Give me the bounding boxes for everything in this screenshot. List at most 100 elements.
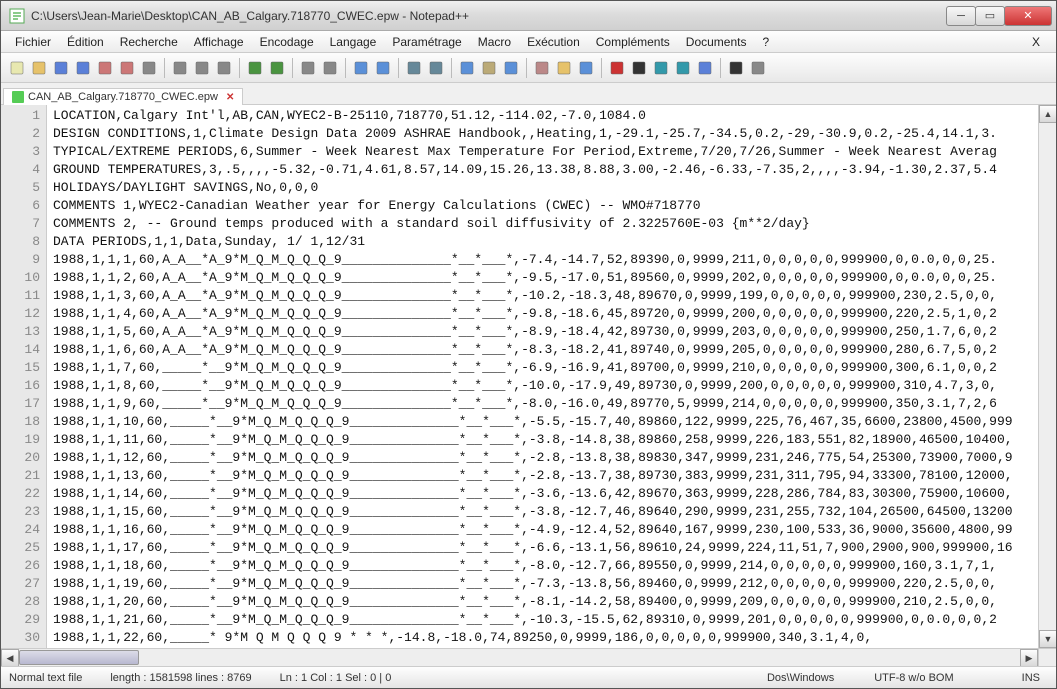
zoom-in-icon[interactable] — [351, 58, 371, 78]
zoom-out-icon[interactable] — [373, 58, 393, 78]
line-number: 11 — [1, 287, 40, 305]
menu-help[interactable]: ? — [755, 33, 778, 51]
stop-icon[interactable] — [629, 58, 649, 78]
menu-recherche[interactable]: Recherche — [112, 33, 186, 51]
scrollbar-vertical[interactable]: ▲ ▼ — [1038, 105, 1056, 648]
menu-langage[interactable]: Langage — [322, 33, 385, 51]
save-all-icon[interactable] — [73, 58, 93, 78]
cut-icon[interactable] — [170, 58, 190, 78]
scroll-track-v[interactable] — [1039, 123, 1056, 630]
code-line[interactable]: 1988,1,1,12,60,_____*__9*M_Q_M_Q_Q_Q_9__… — [53, 449, 1056, 467]
close-all-icon[interactable] — [117, 58, 137, 78]
code-line[interactable]: 1988,1,1,2,60,A_A__*A_9*M_Q_M_Q_Q_Q_9___… — [53, 269, 1056, 287]
line-number: 17 — [1, 395, 40, 413]
menu-affichage[interactable]: Affichage — [186, 33, 252, 51]
find-icon[interactable] — [298, 58, 318, 78]
code-line[interactable]: 1988,1,1,14,60,_____*__9*M_Q_M_Q_Q_Q_9__… — [53, 485, 1056, 503]
code-line[interactable]: 1988,1,1,13,60,_____*__9*M_Q_M_Q_Q_Q_9__… — [53, 467, 1056, 485]
code-line[interactable]: 1988,1,1,19,60,_____*__9*M_Q_M_Q_Q_Q_9__… — [53, 575, 1056, 593]
code-line[interactable]: 1988,1,1,3,60,A_A__*A_9*M_Q_M_Q_Q_Q_9___… — [53, 287, 1056, 305]
code-line[interactable]: HOLIDAYS/DAYLIGHT SAVINGS,No,0,0,0 — [53, 179, 1056, 197]
close-icon[interactable] — [95, 58, 115, 78]
toolbar — [1, 53, 1056, 83]
scroll-left-icon[interactable]: ◀ — [1, 649, 19, 666]
redo-icon[interactable] — [267, 58, 287, 78]
scroll-thumb-h[interactable] — [19, 650, 139, 665]
scrollbar-horizontal[interactable]: ◀ ▶ — [1, 648, 1038, 666]
tab-close-icon[interactable]: ✕ — [226, 92, 234, 103]
menu-edition[interactable]: Édition — [59, 33, 112, 51]
undo-icon[interactable] — [245, 58, 265, 78]
file-tab[interactable]: CAN_AB_Calgary.718770_CWEC.epw ✕ — [3, 88, 243, 105]
code-line[interactable]: 1988,1,1,4,60,A_A__*A_9*M_Q_M_Q_Q_Q_9___… — [53, 305, 1056, 323]
code-line[interactable]: 1988,1,1,9,60,_____*__9*M_Q_M_Q_Q_Q_9___… — [53, 395, 1056, 413]
allchars-icon[interactable] — [479, 58, 499, 78]
menu-documents[interactable]: Documents — [678, 33, 755, 51]
statusbar: Normal text file length : 1581598 lines … — [1, 666, 1056, 688]
code-line[interactable]: TYPICAL/EXTREME PERIODS,6,Summer - Week … — [53, 143, 1056, 161]
code-line[interactable]: 1988,1,1,11,60,_____*__9*M_Q_M_Q_Q_Q_9__… — [53, 431, 1056, 449]
menu-parametrage[interactable]: Paramétrage — [384, 33, 469, 51]
sync-v-icon[interactable] — [404, 58, 424, 78]
play-icon[interactable] — [651, 58, 671, 78]
menu-extra-x[interactable]: X — [1024, 33, 1050, 51]
code-line[interactable]: 1988,1,1,8,60,_____*__9*M_Q_M_Q_Q_Q_9___… — [53, 377, 1056, 395]
code-line[interactable]: 1988,1,1,7,60,_____*__9*M_Q_M_Q_Q_Q_9___… — [53, 359, 1056, 377]
savemacro-icon[interactable] — [695, 58, 715, 78]
window-title: C:\Users\Jean-Marie\Desktop\CAN_AB_Calga… — [31, 9, 947, 23]
indent-icon[interactable] — [501, 58, 521, 78]
line-number: 9 — [1, 251, 40, 269]
doc-icon[interactable] — [748, 58, 768, 78]
code-line[interactable]: 1988,1,1,10,60,_____*__9*M_Q_M_Q_Q_Q_9__… — [53, 413, 1056, 431]
menu-macro[interactable]: Macro — [470, 33, 519, 51]
code-line[interactable]: LOCATION,Calgary Int'l,AB,CAN,WYEC2-B-25… — [53, 107, 1056, 125]
record-icon[interactable] — [607, 58, 627, 78]
code-line[interactable]: 1988,1,1,21,60,_____*__9*M_Q_M_Q_Q_Q_9__… — [53, 611, 1056, 629]
copy-icon[interactable] — [192, 58, 212, 78]
replace-icon[interactable] — [320, 58, 340, 78]
sync-h-icon[interactable] — [426, 58, 446, 78]
code-line[interactable]: 1988,1,1,16,60,_____*__9*M_Q_M_Q_Q_Q_9__… — [53, 521, 1056, 539]
code-area[interactable]: LOCATION,Calgary Int'l,AB,CAN,WYEC2-B-25… — [47, 105, 1056, 666]
code-line[interactable]: COMMENTS 2, -- Ground temps produced wit… — [53, 215, 1056, 233]
userlang-icon[interactable] — [532, 58, 552, 78]
scroll-track-h[interactable] — [19, 649, 1020, 666]
code-line[interactable]: 1988,1,1,18,60,_____*__9*M_Q_M_Q_Q_Q_9__… — [53, 557, 1056, 575]
code-line[interactable]: 1988,1,1,6,60,A_A__*A_9*M_Q_M_Q_Q_Q_9___… — [53, 341, 1056, 359]
code-line[interactable]: DATA PERIODS,1,1,Data,Sunday, 1/ 1,12/31 — [53, 233, 1056, 251]
playmulti-icon[interactable] — [673, 58, 693, 78]
code-line[interactable]: COMMENTS 1,WYEC2-Canadian Weather year f… — [53, 197, 1056, 215]
open-file-icon[interactable] — [29, 58, 49, 78]
wordwrap-icon[interactable] — [457, 58, 477, 78]
code-line[interactable]: 1988,1,1,17,60,_____*__9*M_Q_M_Q_Q_Q_9__… — [53, 539, 1056, 557]
print-icon[interactable] — [139, 58, 159, 78]
code-line[interactable]: 1988,1,1,5,60,A_A__*A_9*M_Q_M_Q_Q_Q_9___… — [53, 323, 1056, 341]
minimize-button[interactable]: ─ — [946, 6, 976, 26]
folder-icon[interactable] — [554, 58, 574, 78]
scroll-right-icon[interactable]: ▶ — [1020, 649, 1038, 666]
menu-fichier[interactable]: Fichier — [7, 33, 59, 51]
new-file-icon[interactable] — [7, 58, 27, 78]
menu-encodage[interactable]: Encodage — [252, 33, 322, 51]
editor[interactable]: 1234567891011121314151617181920212223242… — [1, 105, 1056, 666]
code-line[interactable]: 1988,1,1,15,60,_____*__9*M_Q_M_Q_Q_Q_9__… — [53, 503, 1056, 521]
save-icon[interactable] — [51, 58, 71, 78]
code-line[interactable]: 1988,1,1,22,60,_____* 9*M Q M Q Q Q 9 * … — [53, 629, 1056, 647]
scroll-down-icon[interactable]: ▼ — [1039, 630, 1056, 648]
close-button[interactable]: ✕ — [1004, 6, 1052, 26]
paste-icon[interactable] — [214, 58, 234, 78]
line-number: 10 — [1, 269, 40, 287]
maximize-button[interactable]: ▭ — [975, 6, 1005, 26]
line-number: 2 — [1, 125, 40, 143]
code-line[interactable]: 1988,1,1,20,60,_____*__9*M_Q_M_Q_Q_Q_9__… — [53, 593, 1056, 611]
function-icon[interactable] — [576, 58, 596, 78]
line-number: 23 — [1, 503, 40, 521]
code-line[interactable]: DESIGN CONDITIONS,1,Climate Design Data … — [53, 125, 1056, 143]
code-line[interactable]: 1988,1,1,1,60,A_A__*A_9*M_Q_M_Q_Q_Q_9___… — [53, 251, 1056, 269]
line-number: 21 — [1, 467, 40, 485]
menu-execution[interactable]: Exécution — [519, 33, 588, 51]
code-line[interactable]: GROUND TEMPERATURES,3,.5,,,,-5.32,-0.71,… — [53, 161, 1056, 179]
scroll-up-icon[interactable]: ▲ — [1039, 105, 1056, 123]
menu-complements[interactable]: Compléments — [588, 33, 678, 51]
spellcheck-icon[interactable] — [726, 58, 746, 78]
